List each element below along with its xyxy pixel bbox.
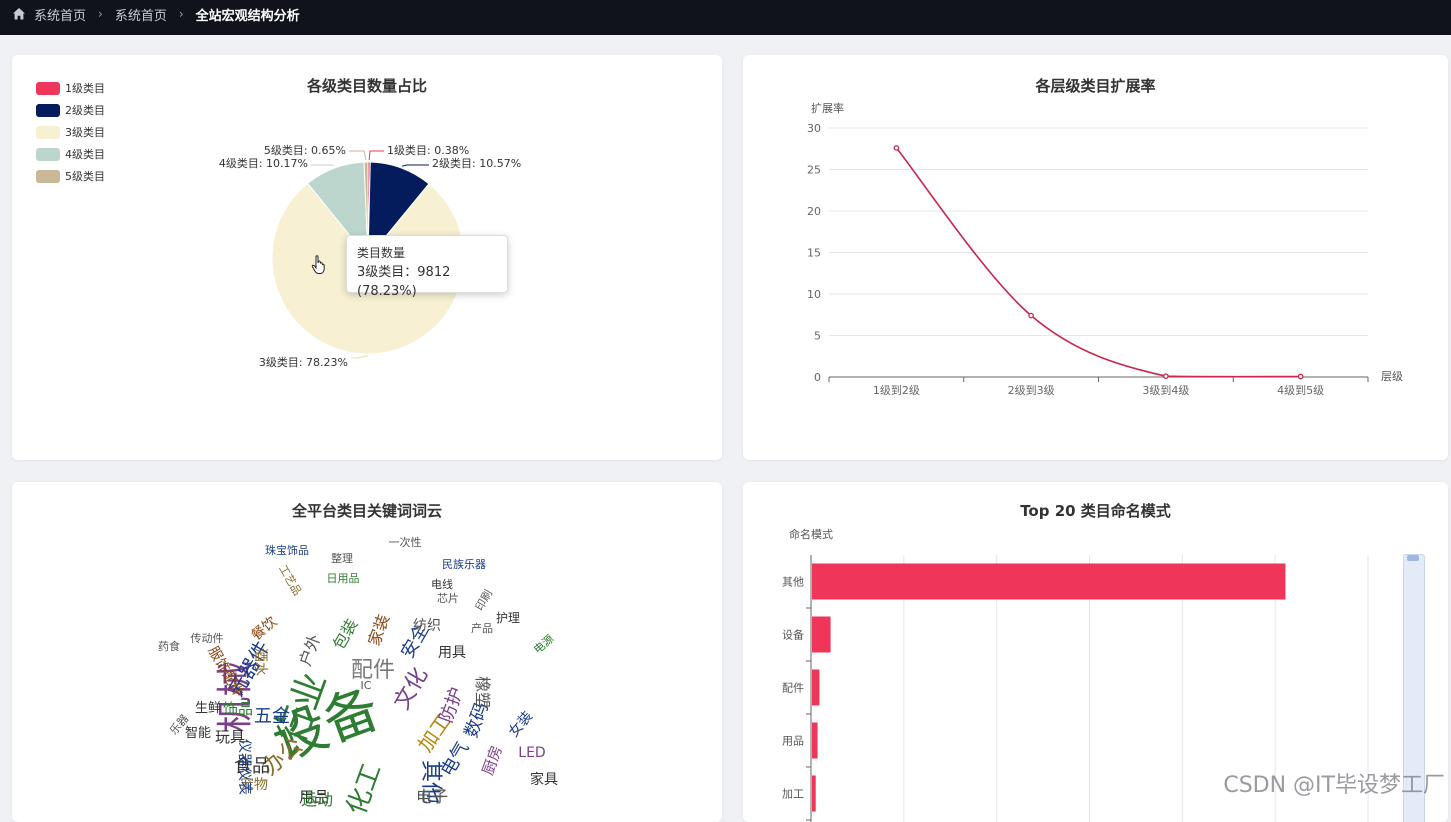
word-cloud-word[interactable]: 包装 (329, 616, 361, 653)
word-cloud-word[interactable]: 用具 (438, 645, 466, 661)
word-cloud-word[interactable]: 生鲜 (195, 701, 221, 716)
line-point[interactable] (1297, 373, 1304, 380)
word-cloud-word[interactable]: 智能 (185, 726, 211, 741)
line-chart[interactable]: 扩展率 层级 0 5 10 15 20 25 30 1级到2级 2级到3级 3级到4级 4级到5级 (743, 55, 1448, 460)
word-cloud-word[interactable]: 珠宝饰品 (265, 543, 309, 557)
line-ytick-label: 0 (814, 371, 821, 384)
bar-ylabel: 命名模式 (789, 527, 833, 541)
word-cloud-word[interactable]: 电子 (416, 787, 448, 806)
word-cloud-word[interactable]: 女装 (505, 708, 536, 740)
bar-category-label: 配件 (782, 682, 804, 695)
bar-category-label: 用品 (782, 735, 804, 748)
pie-leader-line (311, 164, 334, 167)
word-cloud-word[interactable]: 工艺品 (276, 563, 304, 598)
line-series[interactable] (895, 147, 1301, 378)
word-cloud-word[interactable]: 整理 (331, 551, 353, 565)
bar[interactable] (812, 775, 816, 812)
line-point[interactable] (1028, 312, 1034, 319)
word-cloud-word[interactable]: 配件 (351, 658, 395, 683)
line-xtick-label: 2级到3级 (1008, 384, 1055, 397)
breadcrumb-item-current: 全站宏观结构分析 (195, 8, 300, 24)
word-cloud-word[interactable]: 饰品 (223, 700, 253, 718)
line-xlabel: 层级 (1381, 370, 1403, 383)
line-chart-card: 各层级类目扩展率 扩展率 层级 0 5 10 15 20 25 30 1级到2级 2级到3级 3级… (743, 55, 1448, 460)
pie-slice-label: 3级类目: 78.23% (259, 355, 348, 369)
line-xtick-label: 4级到5级 (1277, 384, 1324, 397)
bar-category-label: 设备 (782, 628, 804, 642)
line-ylabel: 扩展率 (811, 101, 844, 115)
line-ytick-label: 5 (814, 330, 821, 343)
line-ytick-label: 25 (807, 164, 821, 177)
word-cloud-word[interactable]: 一次性 (389, 535, 422, 549)
pie-tooltip: 类目数量 3级类目：9812 (78.23%) (346, 235, 508, 299)
breadcrumb-item-home[interactable]: 系统首页 (34, 5, 86, 24)
word-cloud-word[interactable]: 芯片 (437, 591, 459, 605)
word-cloud-word[interactable]: 化工 (341, 760, 387, 819)
bar-category-label: 加工 (782, 788, 804, 801)
top-bar: 系统首页 › 系统首页 › 全站宏观结构分析 (0, 0, 1451, 35)
word-cloud-word[interactable]: 酒水 (252, 648, 268, 676)
word-cloud-word[interactable]: 民族乐器 (442, 557, 486, 571)
word-cloud-word[interactable]: IC (361, 679, 372, 692)
chevron-right-icon: › (98, 7, 103, 21)
word-cloud-word[interactable]: 仪器仪表 (236, 739, 252, 795)
pie-leader-line (402, 164, 429, 167)
line-ytick-label: 30 (807, 122, 821, 135)
bar[interactable] (812, 722, 818, 759)
breadcrumb: 系统首页 › 系统首页 › 全站宏观结构分析 (12, 0, 300, 28)
word-cloud-word[interactable]: 文化 (390, 663, 434, 714)
word-cloud-word[interactable]: 传动件 (191, 632, 224, 645)
line-xtick-label: 3级到4级 (1142, 384, 1189, 397)
line-ytick-label: 15 (807, 247, 821, 260)
breadcrumb-item-system[interactable]: 系统首页 (115, 5, 167, 24)
pie-leader-line (368, 150, 384, 161)
word-cloud-word[interactable]: 厨房 (479, 743, 506, 777)
word-cloud-word[interactable]: 运动 (301, 790, 333, 809)
pie-slice-label: 2级类目: 10.57% (432, 156, 521, 170)
word-cloud-word[interactable]: 橡塑 (473, 676, 492, 708)
bar-category-label: 其他 (782, 576, 804, 589)
word-cloud-word[interactable]: 电线 (431, 577, 453, 591)
bar[interactable] (812, 669, 820, 706)
bar[interactable] (812, 563, 1286, 600)
line-point[interactable] (893, 145, 900, 151)
word-cloud-word[interactable]: 家装 (364, 612, 393, 649)
tooltip-title: 类目数量 (357, 246, 406, 260)
word-cloud-word[interactable]: 护理 (496, 611, 520, 625)
hand-cursor-icon (311, 255, 325, 274)
line-ytick-label: 20 (807, 205, 821, 218)
word-cloud-word[interactable]: 电气 (437, 738, 473, 780)
watermark: CSDN @IT毕设梦工厂 (1223, 773, 1445, 798)
word-cloud-word[interactable]: 家具 (530, 771, 558, 788)
pie-slice-label: 1级类目: 0.38% (387, 143, 469, 157)
word-cloud-word[interactable]: 产品 (471, 621, 493, 635)
line-point[interactable] (1163, 373, 1169, 380)
word-cloud-word[interactable]: 药食 (158, 639, 180, 653)
tooltip-text: 3级类目：9812 (78.23%) (357, 265, 451, 299)
line-xtick-label: 1级到2级 (873, 384, 920, 397)
word-cloud-word[interactable]: 五金 (254, 706, 290, 727)
pie-slice-label: 4级类目: 10.17% (219, 156, 308, 170)
word-cloud-word[interactable]: 防护 (436, 685, 468, 726)
word-cloud-word[interactable]: 户外 (295, 632, 324, 669)
datazoom-handle[interactable] (1407, 555, 1419, 561)
word-cloud-word[interactable]: 印刷 (473, 587, 495, 613)
word-cloud-word[interactable]: 日用品 (327, 572, 360, 585)
pie-leader-line (351, 355, 368, 359)
line-ytick-label: 10 (807, 288, 821, 301)
word-cloud-word[interactable]: 纺织 (413, 618, 441, 634)
pie-leader-line (349, 150, 367, 161)
chevron-right-icon: › (178, 7, 184, 21)
home-icon[interactable] (12, 7, 26, 21)
bar[interactable] (812, 616, 831, 653)
word-cloud-word[interactable]: 电源 (531, 632, 557, 657)
word-cloud-word[interactable]: LED (518, 745, 545, 761)
pie-slice-label: 5级类目: 0.65% (264, 143, 346, 157)
pie-chart-card: 各级类目数量占比 1级类目 2级类目 3级类目 4级类目 5级类目 1级类目: 0.38… (12, 55, 722, 460)
word-cloud[interactable]: 设备机械 行业 配件文化加工其他化工办公元器件防护安全家装户外 包装食品五金纺织用具数… (12, 482, 722, 822)
word-cloud-card: 全平台类目关键词词云 设备 机械 行业 配件 文化 加工 其他 化工 办公 元器件 防护 安全 家装 户外… (12, 482, 722, 822)
